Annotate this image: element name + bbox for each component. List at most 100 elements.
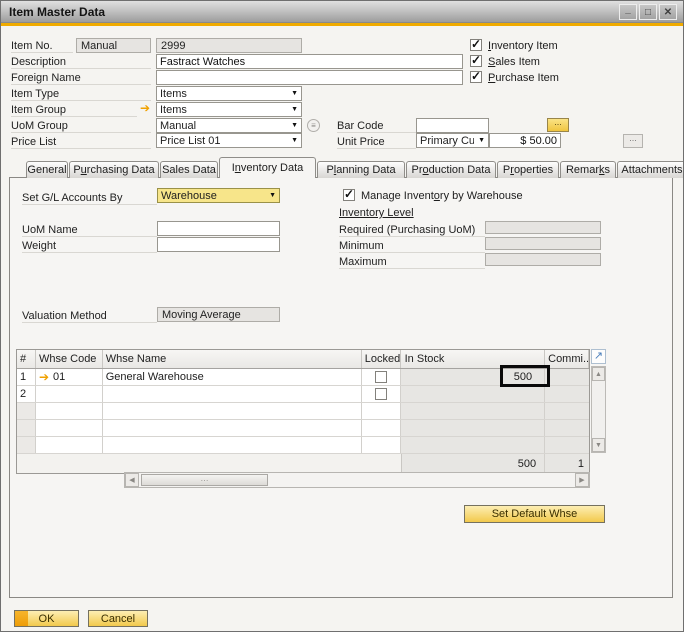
set-default-whse-button[interactable]: Set Default Whse (464, 505, 605, 523)
row-number[interactable] (17, 420, 36, 436)
arrow-down-icon: ▼ (595, 442, 602, 449)
row-number[interactable] (17, 403, 36, 419)
locked-checkbox[interactable] (375, 388, 387, 400)
item-no-value[interactable]: 2999 (156, 38, 302, 53)
tab-attachments[interactable]: Attachments (617, 161, 684, 178)
locked-checkbox[interactable] (375, 371, 387, 383)
scroll-left-button[interactable]: ◀ (125, 473, 139, 487)
row-number[interactable] (17, 437, 36, 453)
weight-input[interactable] (157, 237, 280, 252)
item-group-dropdown[interactable]: Items ▼ (156, 102, 302, 117)
scrollbar-thumb[interactable]: ⋯ (141, 474, 268, 486)
whse-code-cell[interactable] (36, 403, 103, 419)
table-row-1: 1 ➔ 01 General Warehouse 500 (17, 369, 589, 386)
set-gl-accounts-dropdown[interactable]: Warehouse ▼ (157, 188, 280, 203)
col-header-num[interactable]: # (17, 350, 36, 368)
col-header-committed[interactable]: Commi... (545, 350, 589, 368)
chevron-down-icon: ▼ (291, 137, 298, 144)
foreign-name-label: Foreign Name (11, 72, 151, 85)
row-number[interactable]: 2 (17, 386, 36, 402)
cancel-button[interactable]: Cancel (88, 610, 148, 627)
bar-code-browse-button[interactable]: ... (547, 118, 569, 132)
window-title: Item Master Data (9, 5, 105, 19)
minimize-button[interactable]: _ (619, 4, 637, 20)
whse-name-cell[interactable]: General Warehouse (103, 369, 362, 385)
whse-name-cell[interactable] (103, 420, 362, 436)
locked-cell (362, 403, 401, 419)
table-row-empty (17, 420, 589, 437)
vertical-scrollbar[interactable]: ▲ ▼ (591, 366, 606, 453)
item-no-mode-box[interactable]: Manual (76, 38, 151, 53)
check-icon: ✓ (344, 187, 354, 201)
scroll-up-button[interactable]: ▲ (592, 367, 605, 381)
expand-grid-icon[interactable]: ↗ (591, 349, 606, 364)
arrow-left-icon: ◀ (129, 476, 134, 484)
purchase-item-checkbox[interactable]: ✓ (470, 71, 482, 83)
uom-name-input[interactable] (157, 221, 280, 236)
close-button[interactable]: ✕ (659, 4, 677, 20)
price-list-dropdown[interactable]: Price List 01 ▼ (156, 133, 302, 148)
table-row-empty (17, 437, 589, 454)
col-header-whse-code[interactable]: Whse Code (36, 350, 103, 368)
maximize-button[interactable]: □ (639, 4, 657, 20)
tab-production-data[interactable]: Production Data (406, 161, 496, 178)
chevron-down-icon: ▼ (291, 106, 298, 113)
row-number[interactable]: 1 (17, 369, 36, 385)
inventory-item-checkbox[interactable]: ✓ (470, 39, 482, 51)
whse-name-cell[interactable] (103, 386, 362, 402)
inventory-level-heading: Inventory Level (339, 207, 414, 219)
col-header-locked[interactable]: Locked (362, 350, 401, 368)
unit-price-label: Unit Price (337, 136, 416, 149)
manage-inventory-checkbox[interactable]: ✓ (343, 189, 355, 201)
uom-menu-icon[interactable]: ≡ (307, 119, 320, 132)
check-icon: ✓ (471, 69, 481, 83)
tab-sales-data[interactable]: Sales Data (160, 161, 218, 178)
description-input[interactable] (156, 54, 463, 69)
whse-code-cell[interactable] (36, 437, 103, 453)
totals-spacer (103, 454, 362, 473)
sales-item-label: Sales Item (488, 56, 540, 68)
whse-code-cell[interactable] (36, 420, 103, 436)
unit-price-input[interactable] (489, 133, 561, 148)
bar-code-input[interactable] (416, 118, 489, 133)
item-type-dropdown[interactable]: Items ▼ (156, 86, 302, 101)
tab-remarks[interactable]: Remarks (560, 161, 616, 178)
unit-price-browse-button[interactable]: ... (623, 134, 643, 148)
in-stock-cell (401, 403, 546, 419)
scroll-right-button[interactable]: ▶ (575, 473, 589, 487)
currency-dropdown[interactable]: Primary Curr ▼ (416, 133, 489, 148)
whse-code-cell[interactable] (36, 386, 103, 402)
item-group-link-arrow-icon[interactable]: ➔ (140, 103, 150, 114)
uom-name-label: UoM Name (22, 224, 157, 237)
currency-value: Primary Curr (420, 135, 474, 147)
whse-name-cell[interactable] (103, 403, 362, 419)
title-bar[interactable]: Item Master Data _ □ ✕ (1, 1, 683, 23)
totals-spacer (362, 454, 401, 473)
in-stock-cell (401, 386, 546, 402)
locked-cell (362, 369, 401, 385)
foreign-name-input[interactable] (156, 70, 463, 85)
valuation-method-label: Valuation Method (22, 310, 157, 323)
purchase-item-label: Purchase Item (488, 72, 559, 84)
uom-group-value: Manual (160, 120, 196, 132)
tab-inventory-data[interactable]: Inventory Data (219, 157, 316, 178)
tab-general[interactable]: General (26, 161, 68, 178)
whse-link-arrow-icon[interactable]: ➔ (39, 372, 49, 383)
col-header-whse-name[interactable]: Whse Name (103, 350, 362, 368)
whse-code-cell[interactable]: ➔ 01 (36, 369, 103, 385)
col-header-in-stock[interactable]: In Stock (401, 350, 546, 368)
uom-group-dropdown[interactable]: Manual ▼ (156, 118, 302, 133)
table-row-empty (17, 403, 589, 420)
whse-name-cell[interactable] (103, 437, 362, 453)
ok-button[interactable]: OK (14, 610, 79, 627)
scroll-down-button[interactable]: ▼ (592, 438, 605, 452)
tab-properties[interactable]: Properties (497, 161, 559, 178)
maximum-input (485, 253, 601, 266)
locked-cell (362, 437, 401, 453)
tab-planning-data[interactable]: Planning Data (317, 161, 405, 178)
sales-item-checkbox[interactable]: ✓ (470, 55, 482, 67)
tab-purchasing-data[interactable]: Purchasing Data (69, 161, 159, 178)
tab-strip: General Purchasing Data Sales Data Inven… (26, 158, 684, 178)
table-header-row: # Whse Code Whse Name Locked In Stock Co… (17, 350, 589, 369)
horizontal-scrollbar[interactable]: ◀ ⋯ ▶ (124, 472, 590, 488)
